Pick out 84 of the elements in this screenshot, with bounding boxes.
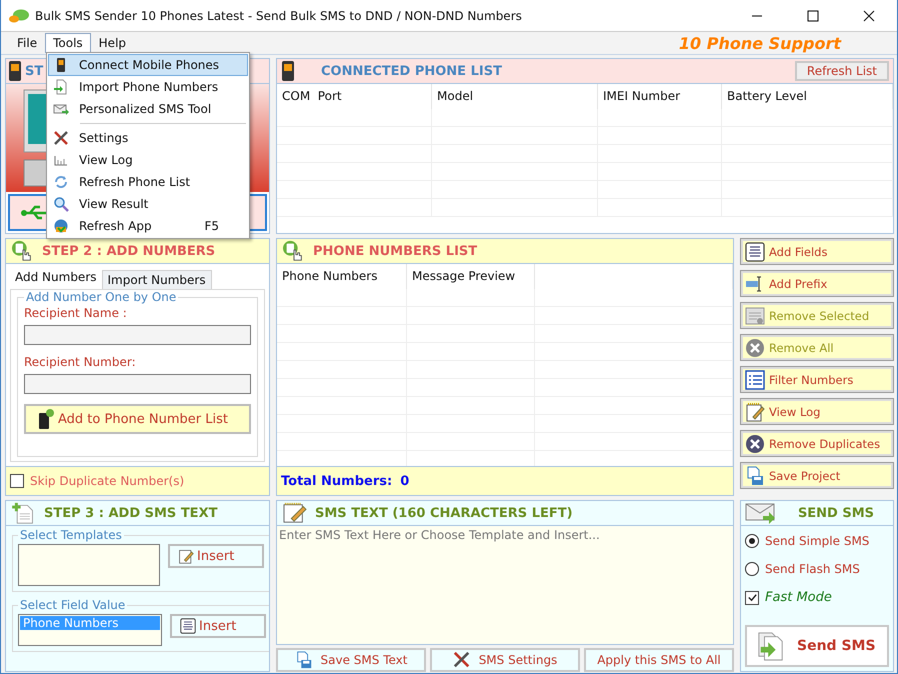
tagline: 10 Phone Support: [678, 34, 841, 52]
action-button[interactable]: SMS Settings: [430, 648, 580, 672]
search-icon: [53, 196, 69, 212]
tools-icon: [452, 651, 471, 669]
group-title: Select Templates: [19, 528, 123, 542]
envelope-icon: [745, 502, 777, 524]
window-title: Bulk SMS Sender 10 Phones Latest - Send Bulk SMS to DND / NON-DND Numbers: [35, 8, 522, 22]
radio-label[interactable]: Send Flash SMS: [765, 562, 860, 576]
chat-bubble-icon: [9, 8, 29, 22]
checkbox-label[interactable]: Fast Mode: [765, 590, 832, 605]
panel-title: STEP 2 : ADD NUMBERS: [42, 244, 216, 258]
menu-item[interactable]: Import Phone Numbers: [48, 76, 248, 98]
notepad-icon: [745, 402, 765, 422]
radio-label[interactable]: Send Simple SMS: [765, 534, 870, 548]
action-button[interactable]: Save Project: [740, 462, 894, 489]
total-label: Total Numbers:: [281, 474, 392, 488]
save-icon: [745, 466, 765, 486]
field-label: Recipient Name :: [24, 306, 128, 320]
panel-title: CONNECTED PHONE LIST: [321, 64, 502, 78]
action-button[interactable]: Save SMS Text: [276, 648, 426, 672]
menu-item[interactable]: Help: [90, 33, 134, 53]
column-header[interactable]: COM Port: [277, 84, 432, 109]
action-button[interactable]: Remove Duplicates: [740, 430, 894, 457]
save-icon: [294, 651, 313, 669]
action-button[interactable]: Add Fields: [740, 238, 894, 265]
refresh-icon: [53, 174, 69, 190]
panel-title: PHONE NUMBERS LIST: [313, 244, 478, 258]
column-header[interactable]: Phone Numbers: [277, 264, 407, 289]
input-field[interactable]: [24, 325, 251, 345]
menu-item[interactable]: View Result: [48, 193, 248, 215]
menu-item[interactable]: File: [9, 33, 46, 53]
list-item[interactable]: Phone Numbers: [20, 616, 160, 630]
tools-icon: [53, 130, 69, 146]
window-remove-icon: [745, 306, 765, 326]
refresh-list-button[interactable]: Refresh List: [794, 61, 889, 81]
form-icon: [180, 618, 196, 634]
column-header[interactable]: Battery Level: [722, 84, 893, 109]
document-icon: [53, 79, 69, 95]
menu-item[interactable]: Refresh App F5: [48, 215, 248, 237]
radio-button[interactable]: [745, 534, 759, 548]
insert-button[interactable]: Insert: [168, 544, 264, 568]
menu-item[interactable]: Tools: [45, 33, 91, 53]
phone-icon: [281, 60, 295, 82]
radio-button[interactable]: [745, 562, 759, 576]
field-label: Recipient Number:: [24, 355, 137, 369]
checkbox[interactable]: [10, 474, 24, 488]
column-header[interactable]: Model: [432, 84, 598, 109]
column-header[interactable]: Message Preview: [407, 264, 535, 289]
action-button[interactable]: Apply this SMS to All: [584, 648, 734, 672]
menu-item[interactable]: View Log: [48, 149, 248, 171]
remove-icon: [745, 434, 765, 454]
input-field[interactable]: [24, 374, 251, 394]
remove-icon: [745, 338, 765, 358]
notepad-icon: [281, 502, 309, 524]
documents-arrow-icon: [757, 631, 785, 661]
insert-button[interactable]: Insert: [170, 614, 266, 638]
checkbox[interactable]: [745, 590, 759, 604]
total-value: 0: [400, 474, 410, 488]
menu-item[interactable]: Refresh Phone List: [48, 171, 248, 193]
send-sms-button[interactable]: Send SMS: [745, 625, 889, 667]
panel-title: STEP 3 : ADD SMS TEXT: [44, 506, 218, 520]
list-icon: [745, 370, 765, 390]
menu-item[interactable]: Connect Mobile Phones: [48, 54, 248, 76]
sms-text-field[interactable]: Enter SMS Text Here or Choose Template and Insert...: [277, 526, 733, 644]
group-title: Add Number One by One: [25, 290, 178, 304]
form-icon: [745, 242, 765, 262]
panel-title: SEND SMS: [796, 506, 876, 520]
add-button[interactable]: Add to Phone Number List: [24, 404, 251, 434]
notepad-icon: [178, 548, 194, 564]
templates-list[interactable]: [18, 544, 160, 586]
maximize-icon[interactable]: [807, 10, 819, 22]
phone-plus-icon: [38, 408, 54, 430]
menu-item[interactable]: Personalized SMS Tool: [48, 98, 248, 120]
phone-icon: [8, 60, 22, 82]
panel-title: ST: [25, 64, 44, 78]
panel-title: SMS TEXT (160 CHARACTERS LEFT): [315, 506, 573, 520]
menu-item[interactable]: Settings: [48, 127, 248, 149]
group-title: Select Field Value: [19, 598, 126, 612]
action-button[interactable]: Add Prefix: [740, 270, 894, 297]
close-icon[interactable]: [863, 10, 875, 22]
action-button[interactable]: Filter Numbers: [740, 366, 894, 393]
action-button[interactable]: View Log: [740, 398, 894, 425]
tab[interactable]: Import Numbers: [102, 270, 212, 289]
column-header[interactable]: IMEI Number: [598, 84, 722, 109]
